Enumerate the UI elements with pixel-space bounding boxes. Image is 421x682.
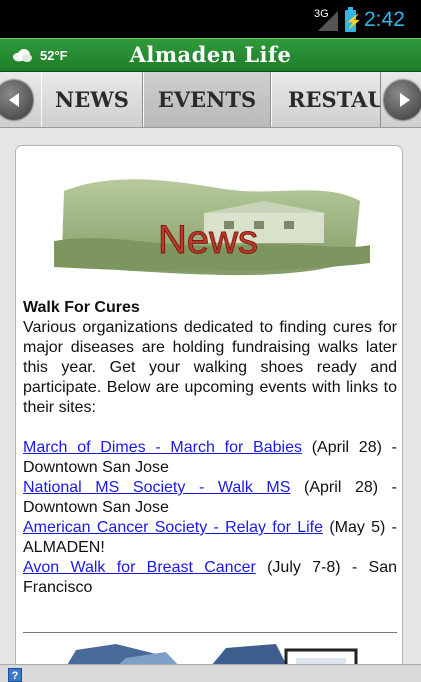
scroll-left-button[interactable] (0, 80, 33, 120)
list-item: Avon Walk for Breast Cancer (July 7-8) -… (23, 558, 397, 598)
status-bar: 3G ⚡ 2:42 (0, 0, 421, 38)
scroll-right-button[interactable] (384, 80, 421, 120)
news-banner: News (54, 179, 370, 276)
article-headline: Walk For Cures (23, 299, 140, 316)
article: Walk For Cures Various organizations ded… (23, 298, 397, 598)
tab-restaurants[interactable]: RESTAU (271, 72, 381, 127)
clock: 2:42 (364, 8, 405, 31)
divider (23, 632, 397, 633)
battery-icon: ⚡ (345, 7, 363, 32)
article-body: Various organizations dedicated to findi… (23, 319, 397, 416)
tab-events[interactable]: EVENTS (143, 72, 271, 127)
bottom-bar: ? (0, 664, 421, 682)
event-link[interactable]: American Cancer Society - Relay for Life (23, 519, 323, 536)
tab-news[interactable]: NEWS (41, 72, 143, 127)
title-bar: 52°F Almaden Life (0, 38, 421, 72)
list-item: National MS Society - Walk MS (April 28)… (23, 478, 397, 518)
signal-icon (318, 11, 338, 31)
event-link[interactable]: Avon Walk for Breast Cancer (23, 559, 256, 576)
charging-icon: ⚡ (345, 13, 363, 29)
tab-strip: NEWS EVENTS RESTAU (0, 72, 421, 128)
chevron-left-icon (9, 93, 19, 107)
event-link[interactable]: March of Dimes - March for Babies (23, 439, 302, 456)
event-list: March of Dimes - March for Babies (April… (23, 438, 397, 598)
list-item: March of Dimes - March for Babies (April… (23, 438, 397, 478)
chevron-right-icon (400, 93, 410, 107)
event-link[interactable]: National MS Society - Walk MS (23, 479, 290, 496)
article-card: News Walk For Cures Various organization… (15, 145, 403, 682)
app-title: Almaden Life (129, 42, 292, 67)
list-item: American Cancer Society - Relay for Life… (23, 518, 397, 558)
banner-title: News (158, 218, 258, 262)
help-icon[interactable]: ? (8, 668, 22, 682)
